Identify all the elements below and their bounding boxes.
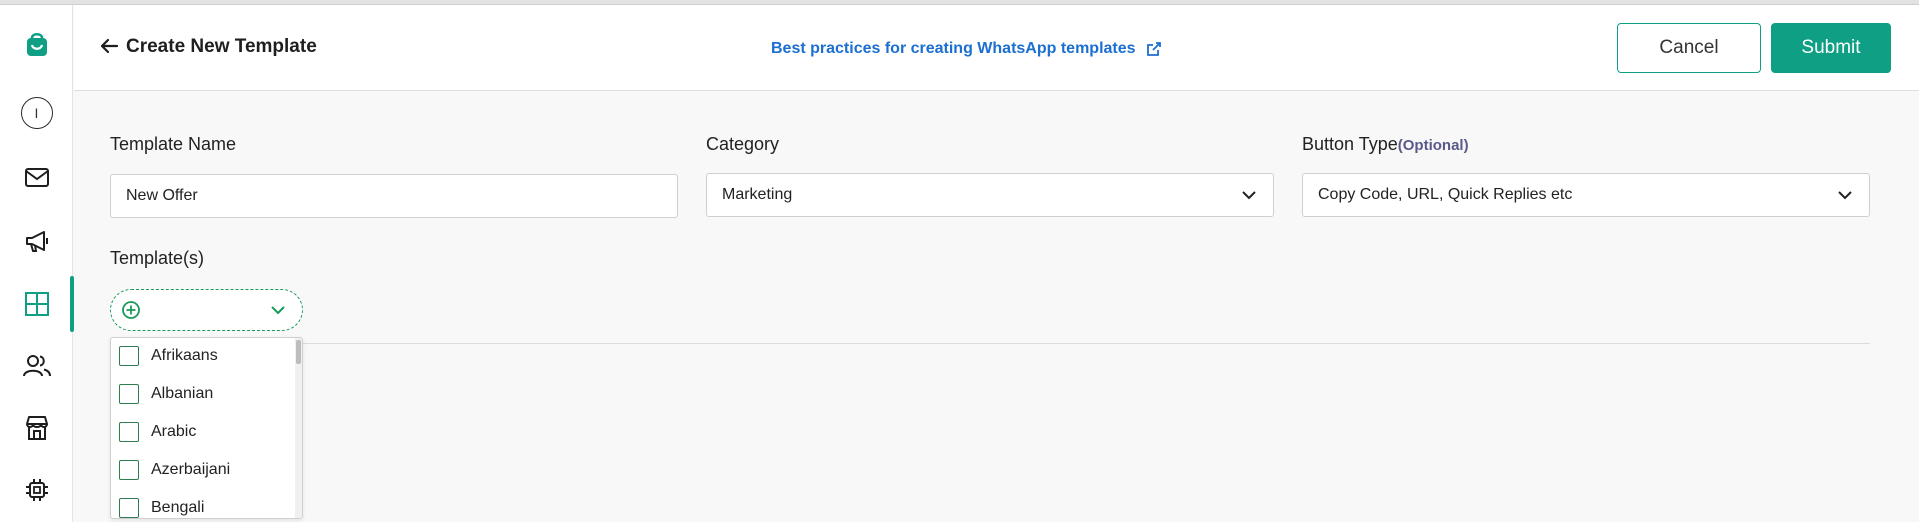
language-label: Albanian (151, 385, 214, 402)
list-item[interactable]: Arabic (119, 419, 196, 445)
sidebar-item-profile[interactable]: I (0, 85, 73, 141)
chevron-down-icon (1242, 191, 1256, 200)
templates-label: Template(s) (110, 248, 205, 268)
sidebar: I (0, 5, 74, 522)
category-label: Category (706, 134, 780, 154)
sidebar-item-campaigns[interactable] (0, 213, 73, 269)
sidebar-item-inbox[interactable] (0, 150, 73, 206)
language-label: Bengali (151, 499, 205, 516)
checkbox[interactable] (119, 460, 139, 480)
sidebar-item-brand[interactable] (0, 16, 73, 72)
bag-icon (26, 33, 47, 56)
checkbox[interactable] (119, 498, 139, 518)
back-arrow-icon[interactable] (98, 35, 120, 57)
button-type-label-text: Button Type (1302, 134, 1398, 154)
template-name-input[interactable]: New Offer (110, 174, 678, 218)
users-icon (22, 355, 51, 377)
language-label: Afrikaans (151, 347, 218, 364)
section-divider (110, 343, 1870, 344)
list-item[interactable]: Afrikaans (119, 343, 218, 369)
sidebar-item-contacts[interactable] (0, 338, 73, 394)
sidebar-item-store[interactable] (0, 400, 73, 456)
language-select[interactable] (110, 289, 303, 331)
dropdown-scrollbar[interactable] (295, 338, 302, 518)
submit-button[interactable]: Submit (1771, 23, 1891, 73)
chevron-down-icon (271, 306, 285, 315)
list-item[interactable]: Albanian (119, 381, 213, 407)
checkbox[interactable] (119, 346, 139, 366)
page-title: Create New Template (126, 36, 317, 57)
chevron-down-icon (1838, 191, 1852, 200)
button-type-value: Copy Code, URL, Quick Replies etc (1318, 186, 1573, 203)
category-select[interactable]: Marketing (706, 173, 1274, 217)
best-practices-label: Best practices for creating WhatsApp tem… (771, 40, 1136, 57)
storefront-icon (25, 416, 48, 440)
external-link-icon (1146, 42, 1161, 56)
best-practices-link[interactable]: Best practices for creating WhatsApp tem… (771, 40, 1162, 58)
language-label: Arabic (151, 423, 197, 440)
checkbox[interactable] (119, 422, 139, 442)
cancel-button[interactable]: Cancel (1617, 23, 1761, 73)
language-label: Azerbaijani (151, 461, 231, 478)
category-value: Marketing (722, 186, 793, 203)
language-dropdown: Afrikaans Albanian Arabic Azerbaijani Be… (110, 337, 303, 519)
megaphone-icon (25, 231, 48, 252)
chip-icon (25, 479, 48, 501)
grid-icon (24, 292, 49, 316)
button-type-label: Button Type(Optional) (1302, 134, 1469, 155)
optional-tag: (Optional) (1397, 137, 1469, 154)
list-item[interactable]: Azerbaijani (119, 457, 230, 483)
checkbox[interactable] (119, 384, 139, 404)
template-name-value: New Offer (126, 187, 198, 204)
mail-icon (24, 168, 49, 187)
page-header: Create New Template Best practices for c… (74, 5, 1919, 91)
scrollbar-thumb[interactable] (296, 340, 301, 364)
avatar-icon: I (20, 97, 53, 129)
button-type-select[interactable]: Copy Code, URL, Quick Replies etc (1302, 173, 1870, 217)
list-item[interactable]: Bengali (119, 495, 205, 518)
template-name-label: Template Name (110, 134, 237, 154)
sidebar-item-templates[interactable] (0, 276, 74, 332)
sidebar-item-integrations[interactable] (0, 462, 73, 518)
add-circle-icon (122, 301, 140, 319)
